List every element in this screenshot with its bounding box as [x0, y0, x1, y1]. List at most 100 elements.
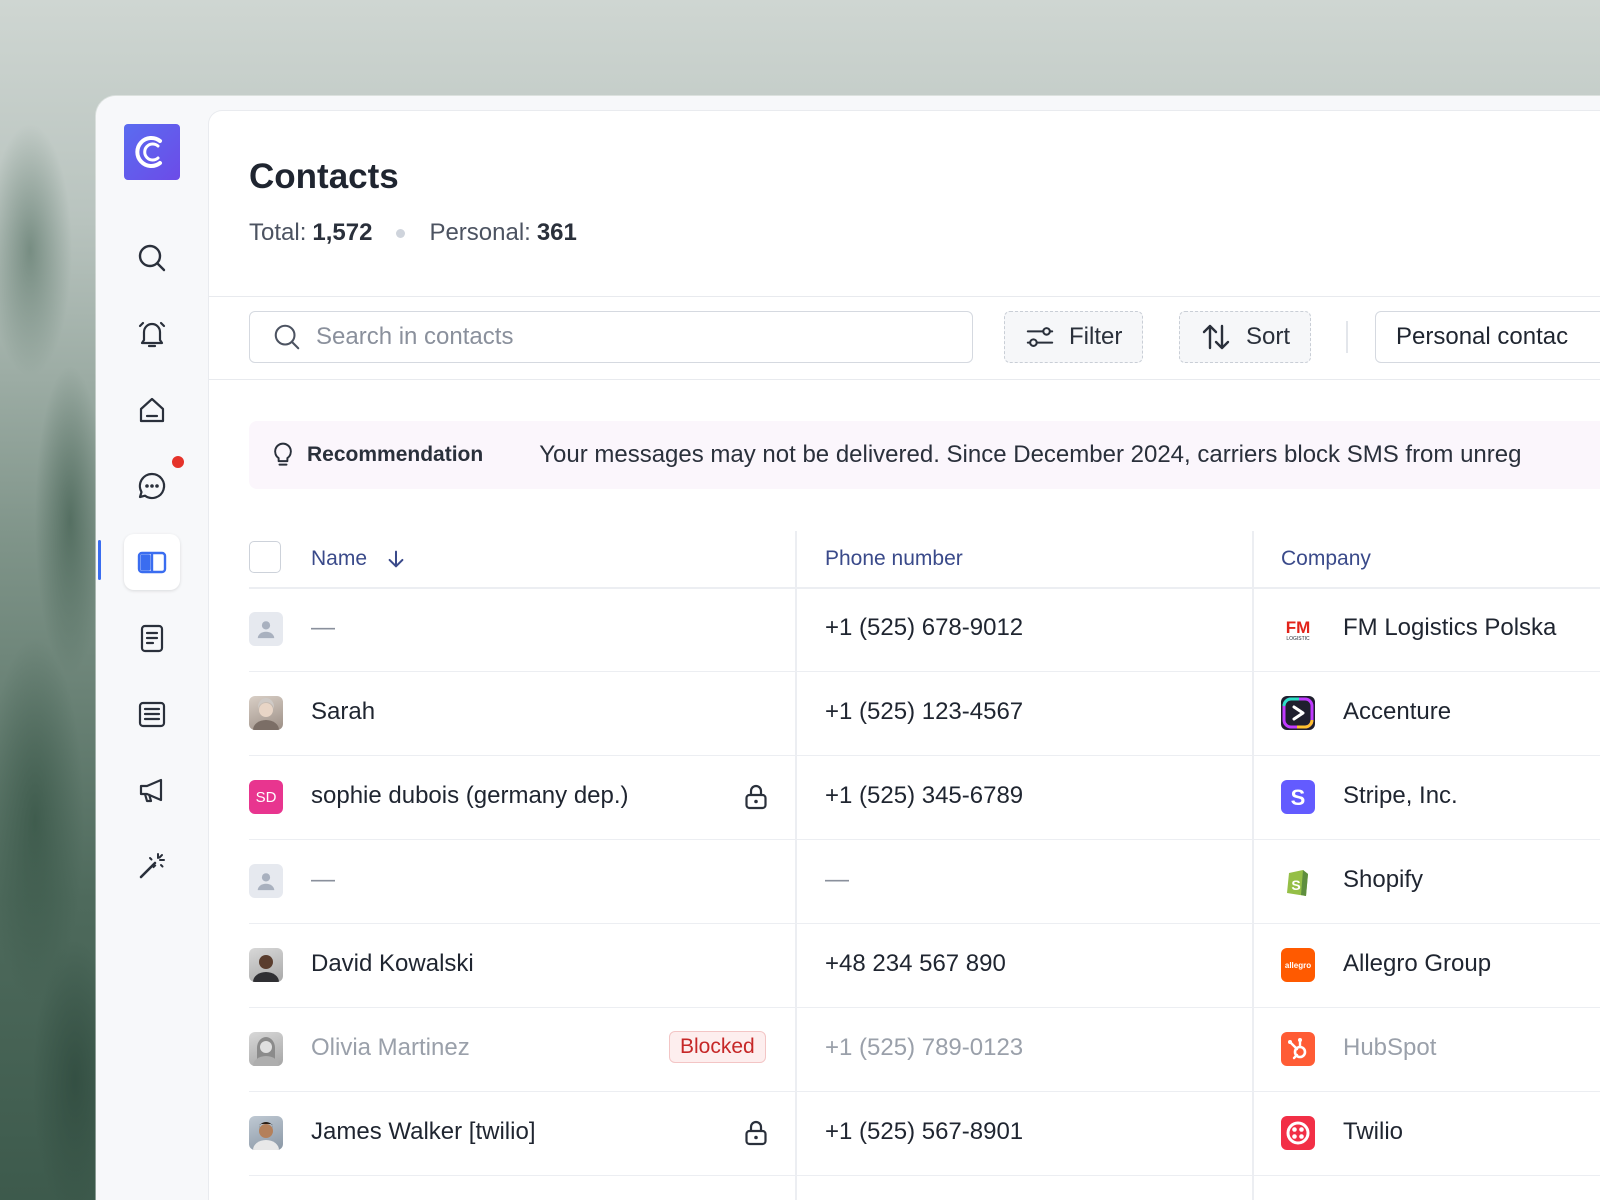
arrow-down-icon — [388, 550, 404, 568]
column-header-company[interactable]: Company — [1281, 547, 1371, 571]
sidebar-item-campaigns[interactable] — [124, 762, 180, 818]
contact-name: Sarah — [311, 698, 376, 725]
filter-icon — [1026, 327, 1054, 347]
table-row[interactable]: SD sophie dubois (germany dep.) +1 (525)… — [249, 755, 1600, 840]
avatar-photo — [249, 1116, 283, 1150]
contacts-book-icon — [137, 551, 167, 574]
avatar-placeholder — [249, 612, 283, 646]
stripe-logo: S — [1281, 780, 1315, 814]
table-row[interactable]: Sarah +1 (525) 123-4567 Accenture — [249, 671, 1600, 756]
shopify-logo: S — [1281, 864, 1315, 898]
contact-phone: +1 (525) 678-9012 — [825, 614, 1024, 641]
sort-label: Sort — [1246, 323, 1291, 350]
contact-stats: Total: 1,572 Personal: 361 — [249, 219, 577, 247]
search-icon — [274, 324, 300, 350]
select-value: Personal contac — [1396, 323, 1569, 350]
table-row[interactable]: — — S Shopify — [249, 839, 1600, 924]
table-row[interactable]: David Kowalski +48 234 567 890 allegro A… — [249, 923, 1600, 1008]
filter-button[interactable]: Filter — [1004, 311, 1144, 363]
contact-name: David Kowalski — [311, 950, 474, 977]
sort-button[interactable]: Sort — [1179, 311, 1312, 363]
sidebar-item-documents[interactable] — [124, 610, 180, 666]
svg-text:S: S — [1291, 877, 1300, 893]
search-input[interactable]: Search in contacts — [249, 311, 973, 363]
contact-company: HubSpot — [1343, 1034, 1437, 1061]
bell-icon — [138, 321, 166, 348]
contact-name: — — [311, 614, 335, 641]
svg-text:FM: FM — [1286, 618, 1311, 637]
avatar-photo — [249, 696, 283, 730]
recommendation-banner: Recommendation Your messages may not be … — [249, 421, 1600, 489]
recommendation-message: Your messages may not be delivered. Sinc… — [539, 441, 1522, 468]
contact-phone: — — [825, 866, 849, 893]
background-forest — [0, 0, 100, 1200]
user-icon — [257, 621, 275, 639]
logo-icon — [135, 136, 162, 168]
total-value: 1,572 — [312, 219, 373, 246]
contact-company: Twilio — [1343, 1118, 1404, 1145]
document-icon — [140, 624, 164, 653]
contact-name: sophie dubois (germany dep.) — [311, 782, 629, 809]
avatar-initials: SD — [249, 780, 283, 814]
page-title: Contacts — [249, 157, 399, 196]
select-all-checkbox[interactable] — [249, 541, 281, 573]
contact-company: Allegro Group — [1343, 950, 1492, 977]
sidebar-item-messages[interactable] — [124, 454, 186, 514]
personal-value: 361 — [536, 219, 577, 246]
sort-icon — [1202, 324, 1230, 350]
contact-company: Accenture — [1343, 698, 1452, 725]
sidebar-item-automation[interactable] — [124, 838, 180, 894]
avatar-placeholder — [249, 864, 283, 898]
svg-text:allegro: allegro — [1285, 961, 1311, 970]
sidebar-item-notifications[interactable] — [124, 306, 180, 362]
contact-view-select[interactable]: Personal contac — [1375, 311, 1600, 363]
table-row[interactable]: Olivia Martinez Blocked +1 (525) 789-012… — [249, 1007, 1600, 1092]
active-indicator — [98, 540, 101, 580]
column-header-name[interactable]: Name — [311, 547, 407, 571]
contact-phone: +1 (525) 789-0123 — [825, 1034, 1024, 1061]
sidebar-item-home[interactable] — [124, 382, 180, 438]
notification-dot — [170, 454, 186, 470]
divider — [209, 379, 1600, 380]
fm-logistics-logo: FM LOGISTIC — [1281, 612, 1315, 646]
sidebar-item-search[interactable] — [124, 230, 180, 286]
search-icon — [138, 244, 166, 272]
svg-text:LOGISTIC: LOGISTIC — [1286, 636, 1310, 642]
lock-icon — [745, 1120, 767, 1146]
allegro-logo: allegro — [1281, 948, 1315, 982]
svg-text:S: S — [1291, 785, 1306, 810]
filter-label: Filter — [1069, 323, 1123, 350]
contacts-panel: Contacts Total: 1,572 Personal: 361 Sear… — [208, 110, 1600, 1200]
status-badge: Blocked — [669, 1031, 766, 1063]
column-label: Company — [1281, 547, 1371, 570]
contact-phone: +1 (525) 123-4567 — [825, 698, 1024, 725]
stats-separator — [396, 228, 406, 238]
contact-name: James Walker [twilio] — [311, 1118, 536, 1145]
app-logo[interactable] — [124, 124, 180, 180]
table-row[interactable]: James Walker [twilio] +1 (525) 567-8901 … — [249, 1091, 1600, 1176]
divider — [209, 296, 1600, 297]
accenture-logo — [1281, 696, 1315, 730]
search-placeholder: Search in contacts — [316, 323, 514, 350]
contact-phone: +1 (525) 567-8901 — [825, 1118, 1024, 1145]
lightbulb-icon — [274, 442, 292, 466]
home-icon — [139, 397, 165, 423]
table-header: Name Phone number Company — [249, 531, 1600, 589]
list-icon — [138, 701, 166, 728]
user-icon — [257, 873, 275, 891]
table-row[interactable]: — +1 (525) 678-9012 FM LOGISTIC FM Logist… — [249, 587, 1600, 672]
total-label: Total: — [249, 219, 307, 246]
twilio-logo — [1281, 1116, 1315, 1150]
column-label: Phone number — [825, 547, 963, 570]
avatar-photo — [249, 1032, 283, 1066]
contact-name: — — [311, 866, 335, 893]
chat-icon — [138, 472, 166, 500]
sidebar-item-lists[interactable] — [124, 686, 180, 742]
contact-phone: +1 (525) 345-6789 — [825, 782, 1024, 809]
column-header-phone[interactable]: Phone number — [825, 547, 963, 571]
recommendation-label: Recommendation — [307, 443, 484, 466]
sidebar-item-contacts[interactable] — [124, 534, 180, 590]
hubspot-logo — [1281, 1032, 1315, 1066]
avatar-photo — [249, 948, 283, 982]
personal-label: Personal: — [429, 219, 531, 246]
